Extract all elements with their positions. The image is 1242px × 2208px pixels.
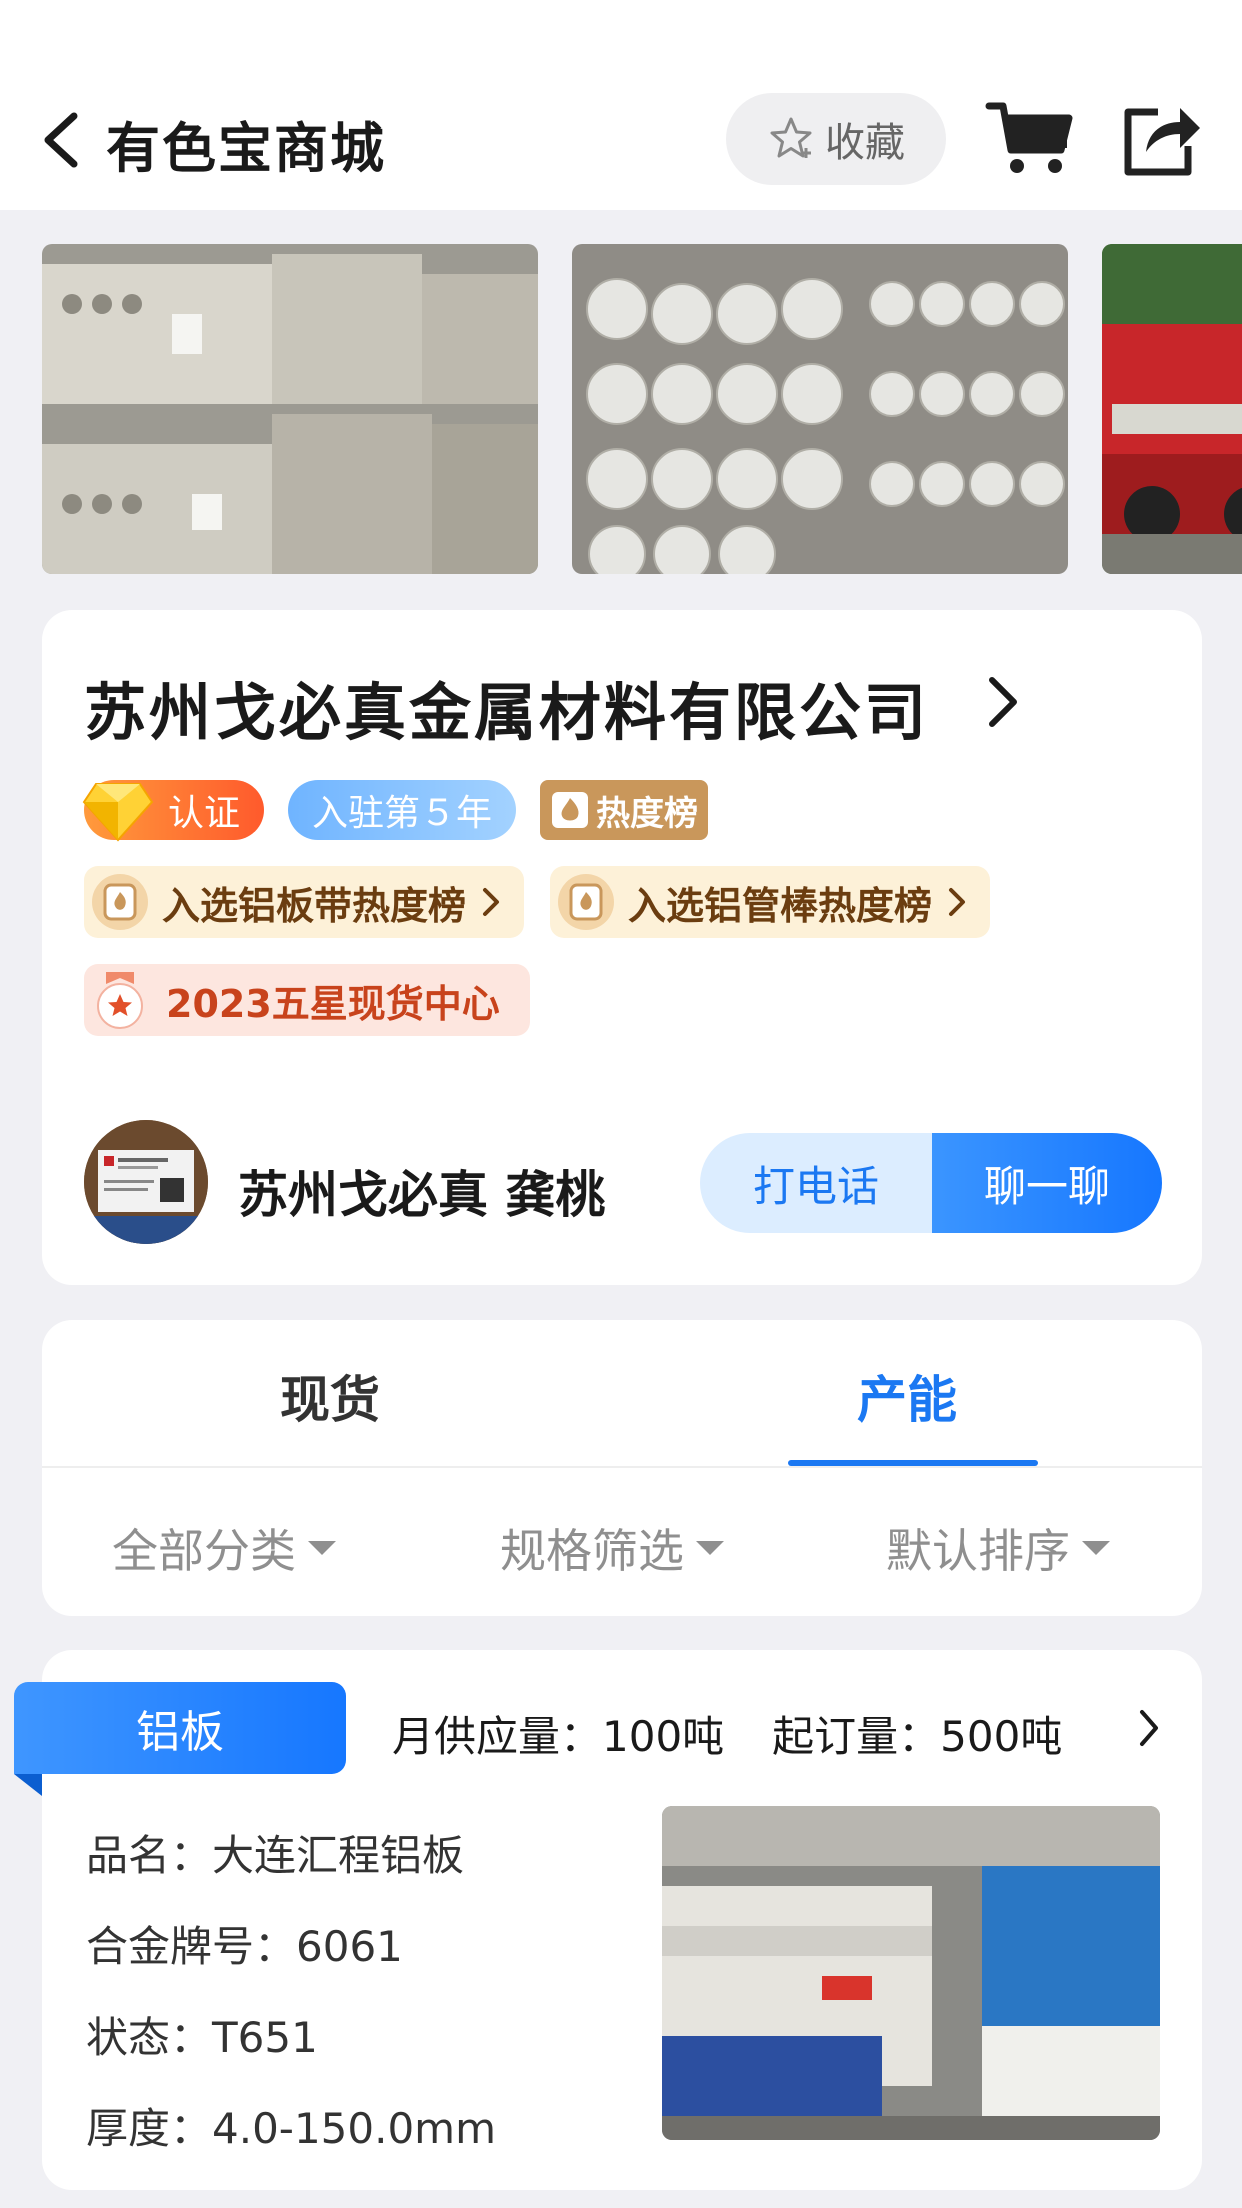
ranking-label: 入选铝管棒热度榜 bbox=[628, 883, 933, 928]
avatar[interactable] bbox=[84, 1120, 208, 1244]
ranking-medal-icon bbox=[558, 874, 615, 930]
favorite-button[interactable]: 收藏 bbox=[726, 93, 946, 185]
tab-spot-stock[interactable]: 现货 bbox=[280, 1360, 380, 1432]
inventory-tabs-card: 现货 产能 全部分类 规格筛选 默认排序 bbox=[42, 1320, 1202, 1616]
star-outline-icon bbox=[770, 117, 812, 158]
filter-spec[interactable]: 规格筛选 bbox=[500, 1515, 724, 1581]
share-icon[interactable] bbox=[1118, 98, 1202, 178]
ranking-medal-icon bbox=[92, 874, 148, 930]
min-order: 起订量：500吨 bbox=[772, 1712, 1063, 1761]
contact-name: 苏州戈必真 龚桃 bbox=[238, 1166, 606, 1224]
spec-alloy-grade: 合金牌号：6061 bbox=[86, 1922, 403, 1971]
filter-category-label: 全部分类 bbox=[112, 1524, 296, 1578]
caret-down-icon bbox=[696, 1541, 724, 1555]
monthly-supply: 月供应量：100吨 bbox=[392, 1712, 725, 1761]
page-title: 有色宝商城 bbox=[106, 117, 386, 180]
caret-down-icon bbox=[308, 1541, 336, 1555]
back-arrow-icon[interactable] bbox=[36, 110, 86, 170]
chevron-right-icon bbox=[949, 888, 966, 916]
certified-badge: 认证 bbox=[82, 780, 264, 842]
chevron-right-icon bbox=[483, 888, 500, 916]
favorite-label: 收藏 bbox=[825, 120, 905, 166]
diamond-icon bbox=[82, 783, 154, 842]
supply-info: 月供应量：100吨 起订量：500吨 bbox=[392, 1703, 1062, 1764]
flame-icon bbox=[552, 792, 589, 828]
award-ribbon-icon bbox=[97, 972, 143, 1029]
award-label: 2023五星现货中心 bbox=[166, 981, 500, 1026]
photo-delivery-truck[interactable] bbox=[1102, 244, 1242, 574]
photo-aluminum-rod-ends[interactable] bbox=[572, 244, 1068, 574]
certified-label: 认证 bbox=[167, 793, 240, 834]
ranking-list: 入选铝板带热度榜 入选铝管棒热度榜 bbox=[84, 866, 991, 938]
filter-category[interactable]: 全部分类 bbox=[112, 1515, 336, 1581]
ranking-item-plate[interactable]: 入选铝板带热度榜 bbox=[84, 866, 525, 938]
chevron-right-icon[interactable] bbox=[982, 672, 1022, 732]
ranking-item-tube[interactable]: 入选铝管棒热度榜 bbox=[550, 866, 991, 938]
company-name[interactable]: 苏州戈必真金属材料有限公司 bbox=[84, 662, 929, 752]
tab-capacity[interactable]: 产能 bbox=[857, 1360, 957, 1432]
spec-temper: 状态：T651 bbox=[86, 2013, 318, 2062]
call-button[interactable]: 打电话 bbox=[700, 1133, 932, 1233]
spec-thickness: 厚度：4.0-150.0mm bbox=[86, 2104, 497, 2153]
cart-icon[interactable] bbox=[985, 98, 1075, 178]
top-nav-bar: 有色宝商城 收藏 bbox=[0, 0, 1242, 210]
company-photo-strip[interactable] bbox=[0, 244, 1242, 574]
chat-button[interactable]: 聊一聊 bbox=[932, 1133, 1162, 1233]
contact-actions: 打电话 聊一聊 bbox=[700, 1133, 1162, 1233]
ranking-label: 入选铝板带热度榜 bbox=[162, 883, 467, 928]
five-star-award[interactable]: 2023五星现货中心 bbox=[84, 964, 530, 1036]
divider bbox=[42, 1466, 1202, 1468]
chevron-right-icon[interactable] bbox=[1136, 1706, 1162, 1750]
filter-spec-label: 规格筛选 bbox=[500, 1524, 684, 1578]
caret-down-icon bbox=[1082, 1541, 1110, 1555]
category-tag: 铝板 bbox=[14, 1682, 346, 1774]
company-badges: 认证 入驻第５年 热度榜 bbox=[82, 780, 709, 842]
company-card: 苏州戈必真金属材料有限公司 认证 入驻第５年 热度榜 入选铝板带热度榜 入选铝管… bbox=[42, 610, 1202, 1285]
category-tag-fold bbox=[14, 1774, 42, 1796]
filter-sort[interactable]: 默认排序 bbox=[886, 1515, 1110, 1581]
hot-rank-badge[interactable]: 热度榜 bbox=[540, 780, 709, 840]
spec-product-name: 品名：大连汇程铝板 bbox=[86, 1831, 465, 1880]
product-photo[interactable] bbox=[662, 1806, 1160, 2140]
hot-rank-label: 热度榜 bbox=[596, 793, 699, 834]
filter-sort-label: 默认排序 bbox=[886, 1524, 1070, 1578]
photo-aluminum-bars-stack[interactable] bbox=[42, 244, 538, 574]
years-badge: 入驻第５年 bbox=[288, 780, 517, 840]
